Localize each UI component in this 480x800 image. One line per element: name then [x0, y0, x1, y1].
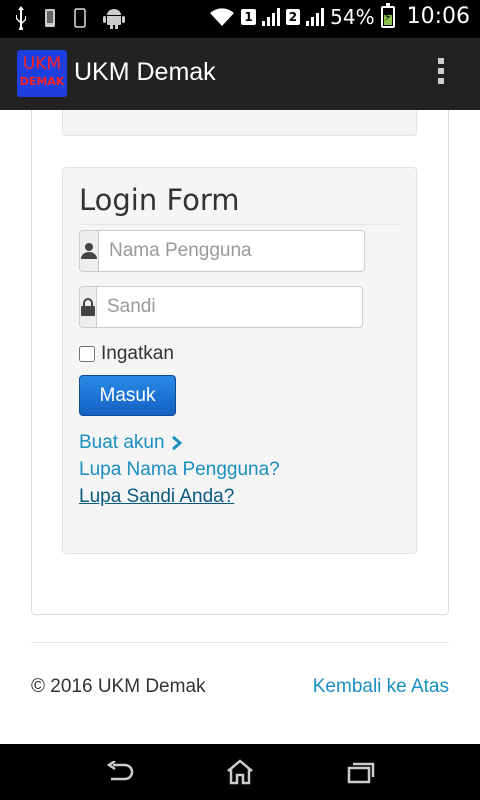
username-input-group [79, 230, 365, 272]
system-nav-bar [0, 744, 480, 800]
create-account-link[interactable]: Buat akun [79, 432, 183, 454]
overflow-menu-icon[interactable] [438, 58, 446, 84]
logo-line2: DEMAK [19, 75, 65, 88]
password-input-group [79, 286, 363, 328]
phone-outline-icon [74, 8, 86, 28]
app-logo[interactable]: UKM DEMAK [17, 50, 67, 97]
status-bar: 1 2 54% ⚡ 10:06 [0, 0, 480, 38]
signal-icon-2 [306, 7, 325, 26]
android-icon [103, 9, 125, 29]
footer-divider [31, 642, 449, 643]
remember-me[interactable]: Ingatkan [79, 343, 174, 365]
login-form-title: Login Form [79, 183, 240, 217]
username-field[interactable] [98, 230, 365, 272]
phone-icon [45, 9, 55, 27]
app-bar: UKM DEMAK UKM Demak [0, 38, 480, 110]
copyright-text: © 2016 UKM Demak [31, 676, 206, 697]
back-to-top-link[interactable]: Kembali ke Atas [313, 676, 449, 698]
page-content: Login Form Ingatkan Masuk Buat akun Lupa… [0, 110, 480, 744]
sim1-badge: 1 [241, 8, 256, 25]
lock-icon [79, 286, 96, 328]
recent-apps-icon[interactable] [340, 756, 380, 788]
title-divider [79, 224, 401, 225]
usb-icon [16, 6, 26, 30]
password-field[interactable] [96, 286, 363, 328]
back-icon[interactable] [100, 756, 140, 788]
forgot-username-link[interactable]: Lupa Nama Pengguna? [79, 459, 280, 481]
create-account-label: Buat akun [79, 432, 165, 453]
notification-icons [14, 6, 126, 30]
remember-checkbox[interactable] [79, 346, 95, 362]
battery-icon: ⚡ [380, 2, 395, 28]
chevron-right-icon [171, 435, 182, 451]
forgot-password-link[interactable]: Lupa Sandi Anda? [79, 486, 234, 508]
wifi-icon [210, 7, 235, 26]
battery-percent: 54% [330, 4, 375, 29]
home-icon[interactable] [220, 756, 260, 788]
sim2-badge: 2 [285, 8, 301, 25]
user-icon [79, 230, 98, 272]
login-module: Login Form Ingatkan Masuk Buat akun Lupa… [62, 167, 417, 554]
previous-module-well [62, 110, 417, 136]
remember-label: Ingatkan [101, 343, 174, 364]
signal-icon [261, 7, 280, 26]
clock: 10:06 [406, 4, 470, 29]
app-title: UKM Demak [74, 58, 216, 86]
logo-line1: UKM [22, 54, 62, 74]
system-indicators: 1 2 54% ⚡ 10:06 [209, 2, 470, 29]
login-button[interactable]: Masuk [79, 375, 176, 416]
